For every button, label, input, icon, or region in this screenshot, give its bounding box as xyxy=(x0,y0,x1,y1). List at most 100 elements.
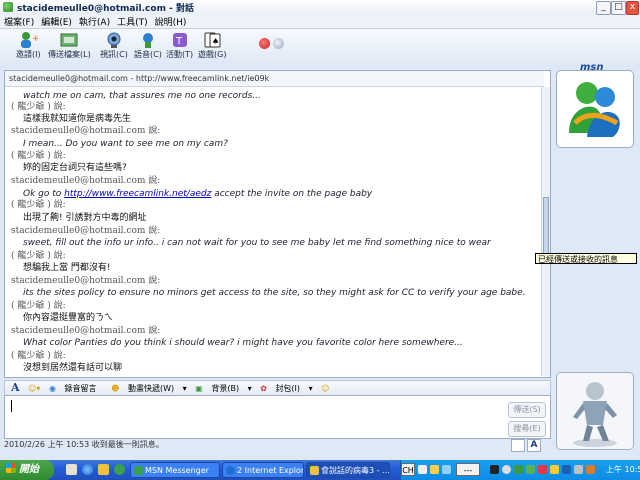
packages-button[interactable]: ✿ 封包(I) ▾ xyxy=(260,382,312,396)
text-tab-icon[interactable]: A xyxy=(527,439,541,452)
message-sender: stacidemeulle0@hotmail.com 說: xyxy=(11,326,161,336)
webcam-button[interactable]: 視訊(C) xyxy=(100,31,128,60)
handwriting-tab-icon[interactable] xyxy=(511,439,525,452)
show-desktop-icon[interactable] xyxy=(66,464,77,475)
ie-task-icon xyxy=(226,466,235,475)
message-text: 想騙我上當 門都沒有! xyxy=(23,263,111,273)
invite-icon: + xyxy=(21,32,38,48)
message-sender: ( 龍少爺 ) 說: xyxy=(11,251,66,261)
message-text: What color Panties do you think i should… xyxy=(23,338,463,348)
message-text: I mean... Do you want to see me on my ca… xyxy=(23,139,228,149)
msn-buddy-icon xyxy=(569,82,620,137)
paint-icon[interactable] xyxy=(273,38,284,49)
message-text: 妳的固定台詞只有這些嗎? xyxy=(23,163,127,173)
message-text: its the sites policy to ensure no minors… xyxy=(23,288,526,298)
ime-settings-icon[interactable] xyxy=(442,465,451,474)
microphone-icon: ◉ xyxy=(49,384,56,393)
warning-icon[interactable] xyxy=(538,465,547,474)
ie-icon[interactable] xyxy=(82,464,93,475)
contact-display-picture[interactable] xyxy=(556,70,634,148)
clock: 上午 10:57 xyxy=(606,465,640,474)
antivirus-icon[interactable] xyxy=(586,465,595,474)
message-sender: stacidemeulle0@hotmail.com 說: xyxy=(11,126,161,136)
message-sender: stacidemeulle0@hotmail.com 說: xyxy=(11,176,161,186)
message-text: 出現了齁! 引誘對方中毒的網址 xyxy=(23,213,147,223)
message-text: watch me on cam, that assures me no one … xyxy=(23,91,261,101)
ime-language-indicator[interactable]: CH xyxy=(401,463,415,476)
network-icon[interactable] xyxy=(490,465,499,474)
nudge-icon[interactable]: ☺ xyxy=(321,382,329,396)
message-sender: ( 龍少爺 ) 說: xyxy=(11,151,66,161)
update-icon[interactable] xyxy=(550,465,559,474)
block-icon[interactable] xyxy=(259,38,270,49)
font-icon[interactable]: A xyxy=(11,381,20,395)
taskbar: 開始 MSN Messenger 2 Internet Explorer 會說話… xyxy=(0,460,640,480)
voice-button[interactable]: 語音(C) xyxy=(134,31,162,60)
conversation-history: stacidemeulle0@hotmail.com - http://www.… xyxy=(4,70,551,378)
my-display-picture[interactable] xyxy=(556,372,634,450)
minimize-button[interactable]: _ xyxy=(596,1,611,15)
scrollbar-thumb[interactable] xyxy=(543,197,549,257)
background-button[interactable]: ▣ 背景(B) ▾ xyxy=(195,382,251,396)
maximize-button[interactable]: □ xyxy=(611,1,626,15)
message-sender: ( 龍少爺 ) 說: xyxy=(11,351,66,361)
message-sender: ( 龍少爺 ) 說: xyxy=(11,301,66,311)
volume-icon[interactable] xyxy=(502,465,511,474)
message-text: Ok go to http://www.freecamlink.net/aedz… xyxy=(23,189,373,199)
messenger-quicklaunch-icon[interactable] xyxy=(114,464,125,475)
messenger-tray-icon[interactable] xyxy=(514,465,523,474)
message-text: 沒想到居然還有話可以聊 xyxy=(23,363,123,373)
messenger-app-icon xyxy=(3,2,13,12)
svg-text:♠: ♠ xyxy=(212,37,219,46)
voice-icon xyxy=(142,33,153,48)
task-internet-explorer[interactable]: 2 Internet Explorer xyxy=(222,462,304,478)
ime-mode-icon[interactable] xyxy=(430,465,439,474)
system-tray: CH --- xyxy=(400,460,640,480)
activities-icon: T xyxy=(172,33,187,47)
messenger-task-icon xyxy=(134,466,143,475)
close-button[interactable]: x xyxy=(626,1,639,15)
winks-button[interactable]: ☻ 動畫快遞(W) ▾ xyxy=(111,382,187,396)
send-button[interactable]: 傳送(S) xyxy=(508,402,546,418)
explorer-icon[interactable] xyxy=(98,464,109,475)
message-text: sweet, fill out the info ur info.. i can… xyxy=(23,238,491,248)
search-button[interactable]: 搜尋(E) xyxy=(508,421,546,437)
text-caret xyxy=(11,400,12,412)
send-file-button[interactable]: 傳送檔案(L) xyxy=(48,31,91,60)
conversation-scrollbar[interactable] xyxy=(541,87,550,376)
message-sender: ( 龍少爺 ) 說: xyxy=(11,102,66,112)
status-bar: 2010/2/26 上午 10:53 收到最後一則訊息。 A xyxy=(4,439,549,452)
start-button[interactable]: 開始 xyxy=(0,460,54,480)
emoticon-icon[interactable]: ☺▾ xyxy=(28,382,40,396)
ime-icon[interactable] xyxy=(418,465,427,474)
message-text: 這樣我就知道你是病毒先生 xyxy=(23,114,132,124)
format-bar: A ☺▾ ◉ 錄音留言 ☻ 動畫快遞(W) ▾ ▣ 背景(B) ▾ ✿ 封包(I… xyxy=(4,380,551,396)
message-sender: ( 龍少爺 ) 說: xyxy=(11,200,66,210)
message-sender: stacidemeulle0@hotmail.com 說: xyxy=(11,226,161,236)
message-list[interactable]: watch me on cam, that assures me no one … xyxy=(5,87,537,377)
message-input[interactable]: 傳送(S) 搜尋(E) xyxy=(4,395,551,439)
voice-clip-button[interactable]: ◉ 錄音留言 xyxy=(49,382,103,396)
status-text: 2010/2/26 上午 10:53 收到最後一則訊息。 xyxy=(4,440,164,449)
tooltip: 已經傳送或接收的訊息 xyxy=(535,253,637,264)
task-msn-messenger[interactable]: MSN Messenger xyxy=(130,462,220,478)
figure-icon xyxy=(557,373,633,449)
to-header: stacidemeulle0@hotmail.com - http://www.… xyxy=(5,71,544,87)
security-icon[interactable] xyxy=(526,465,535,474)
wink-icon: ☻ xyxy=(111,384,120,393)
message-sender: stacidemeulle0@hotmail.com 說: xyxy=(11,276,161,286)
svg-text:+: + xyxy=(32,34,38,44)
display-icon[interactable] xyxy=(574,465,583,474)
background-icon: ▣ xyxy=(195,384,203,393)
ime-input-box[interactable]: --- xyxy=(456,463,480,476)
activities-button[interactable]: T 活動(T) xyxy=(166,31,193,60)
bluetooth-icon[interactable] xyxy=(562,465,571,474)
svg-text:T: T xyxy=(175,36,183,47)
webcam-icon xyxy=(107,32,121,48)
games-button[interactable]: ♠ 遊戲(G) xyxy=(198,31,226,60)
toolbar: + 邀請(I) 傳送檔案(L) 視訊(C) 語音(C) T 活動(T) ♠ 遊戲… xyxy=(0,29,640,73)
menu-bar: 檔案(F) 編輯(E) 執行(A) 工具(T) 說明(H) xyxy=(0,15,640,29)
spam-link[interactable]: http://www.freecamlink.net/aedz xyxy=(64,189,211,199)
task-conversation[interactable]: 會說話的病毒3 - ... xyxy=(306,462,390,478)
invite-button[interactable]: + 邀請(I) xyxy=(16,31,41,60)
